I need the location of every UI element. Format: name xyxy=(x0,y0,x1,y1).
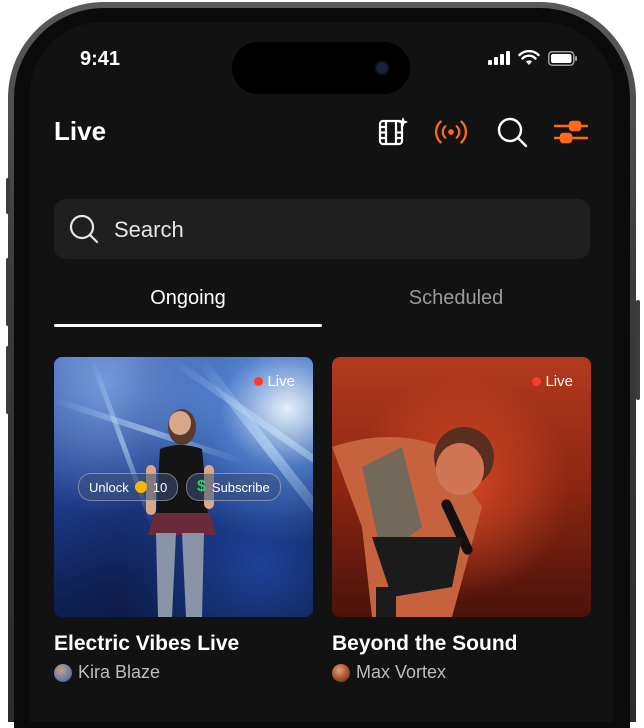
unlock-label: Unlock xyxy=(89,479,129,495)
wifi-icon xyxy=(518,50,540,65)
stream-author[interactable]: Kira Blaze xyxy=(54,662,160,683)
film-sparkle-icon[interactable] xyxy=(376,115,410,149)
search-field-icon xyxy=(69,214,99,244)
stream-card-thumbnail[interactable]: Live xyxy=(332,357,591,617)
status-time: 9:41 xyxy=(80,48,121,70)
unlock-button[interactable]: Unlock 10 xyxy=(78,473,179,501)
mute-switch xyxy=(6,178,10,214)
coin-icon xyxy=(134,481,147,493)
subscribe-label: Subscribe xyxy=(211,479,270,495)
stream-title[interactable]: Beyond the Sound xyxy=(332,632,518,656)
battery-icon xyxy=(548,50,577,66)
subscribe-button[interactable]: $ Subscribe xyxy=(186,473,281,501)
status-icons xyxy=(488,50,578,66)
cellular-signal-icon xyxy=(488,51,510,65)
live-dot-icon xyxy=(532,377,542,386)
tab-scheduled[interactable]: Scheduled xyxy=(322,287,590,310)
performer-silhouette xyxy=(146,409,216,617)
stream-card-thumbnail[interactable]: Live Unlock 10 $ Subscribe xyxy=(54,357,313,617)
active-tab-indicator xyxy=(54,324,322,327)
power-button xyxy=(636,300,640,400)
app-screen: 9:41 Live Search Ongoing Scheduled Live … xyxy=(30,22,614,722)
filter-sliders-icon[interactable] xyxy=(554,115,588,149)
live-badge: Live xyxy=(532,373,573,390)
unlock-cost: 10 xyxy=(152,479,168,495)
author-name: Max Vortex xyxy=(356,662,447,682)
tab-ongoing[interactable]: Ongoing xyxy=(54,287,322,310)
volume-up-button xyxy=(6,258,10,326)
avatar xyxy=(54,663,72,682)
stream-title[interactable]: Electric Vibes Live xyxy=(54,632,239,656)
search-placeholder: Search xyxy=(114,217,184,242)
live-badge-label: Live xyxy=(267,373,295,390)
stream-author[interactable]: Max Vortex xyxy=(332,662,446,683)
broadcast-icon[interactable] xyxy=(434,115,468,149)
avatar xyxy=(332,663,350,682)
front-camera xyxy=(376,62,388,74)
search-icon[interactable] xyxy=(495,115,529,149)
page-title: Live xyxy=(54,116,107,146)
live-badge: Live xyxy=(254,373,295,390)
search-input[interactable]: Search xyxy=(54,199,590,259)
dollar-icon: $ xyxy=(197,478,206,495)
performer-silhouette xyxy=(332,427,494,617)
volume-down-button xyxy=(6,346,10,414)
author-name: Kira Blaze xyxy=(78,662,161,682)
live-dot-icon xyxy=(254,377,264,386)
live-badge-label: Live xyxy=(545,373,573,390)
